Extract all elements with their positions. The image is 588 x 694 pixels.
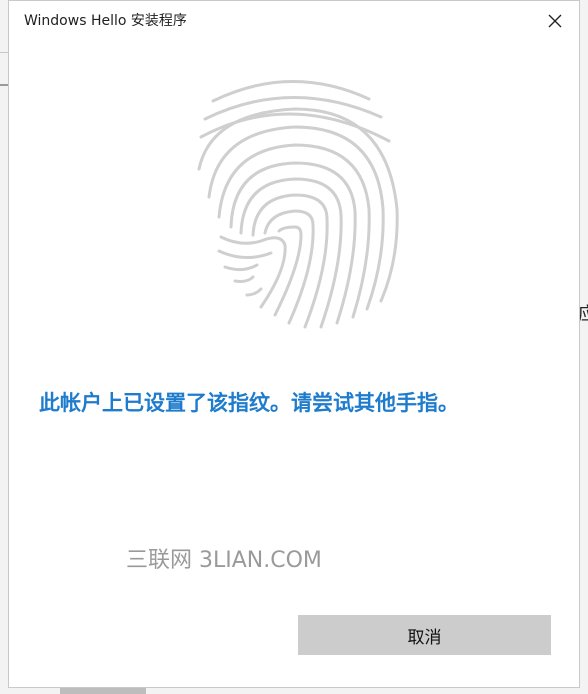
watermark-text: 三联网 3LIAN.COM: [126, 548, 322, 573]
close-button[interactable]: [539, 5, 571, 37]
windows-hello-setup-dialog: Windows Hello 安装程序 此帐户上已设置了该指纹。请尝试其他手指。 …: [8, 0, 580, 688]
status-message: 此帐户上已设置了该指纹。请尝试其他手指。: [39, 391, 459, 415]
close-icon: [548, 14, 562, 28]
fingerprint-icon: [197, 80, 399, 329]
dialog-title: Windows Hello 安装程序: [24, 13, 187, 29]
background-scroll-bar: [60, 688, 146, 694]
cancel-button[interactable]: 取消: [298, 615, 551, 655]
